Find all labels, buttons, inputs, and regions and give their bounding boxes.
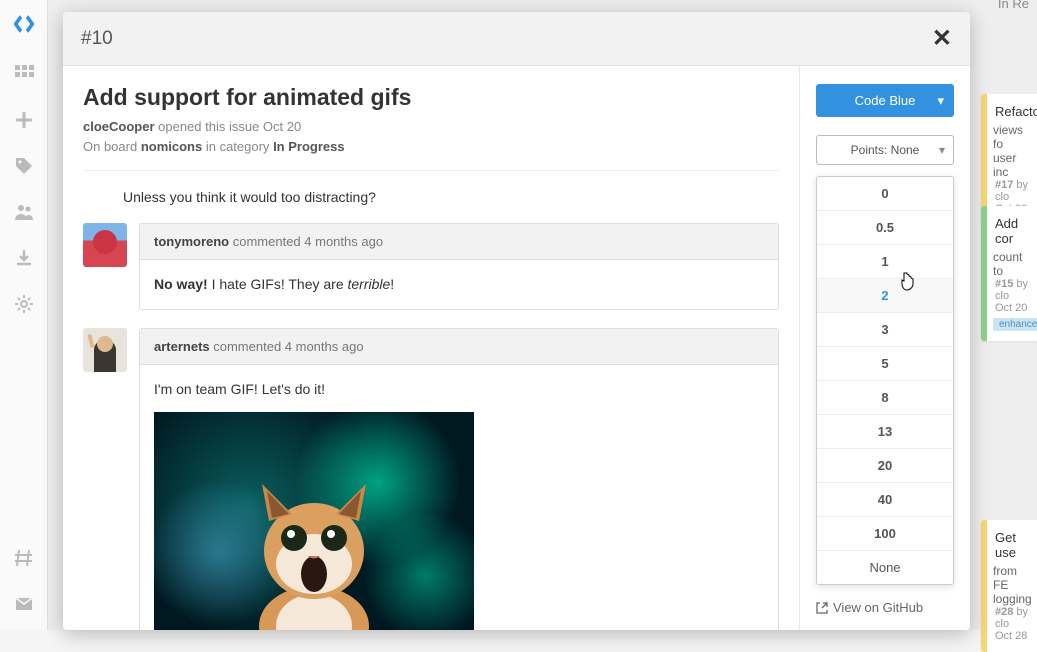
caret-down-icon: ▾	[937, 93, 944, 109]
download-icon[interactable]	[14, 248, 34, 268]
points-option[interactable]: 20	[817, 449, 953, 483]
board-card[interactable]: Get use from FE logging #28 by clo Oct 2…	[981, 520, 1037, 652]
issue-modal: #10 ✕ Add support for animated gifs cloe…	[63, 12, 970, 630]
comment-body: No way! I hate GIFs! They are terrible!	[140, 260, 778, 309]
points-option[interactable]: 0.5	[817, 211, 953, 245]
grid-icon[interactable]	[14, 64, 34, 84]
comment-header: tonymoreno commented 4 months ago	[140, 224, 778, 260]
users-icon[interactable]	[14, 202, 34, 222]
close-icon[interactable]: ✕	[932, 24, 952, 53]
points-option[interactable]: 5	[817, 347, 953, 381]
comment-header: arternets commented 4 months ago	[140, 329, 778, 365]
points-option[interactable]: 0	[817, 177, 953, 211]
modal-main: Add support for animated gifs cloeCooper…	[63, 66, 800, 630]
points-option[interactable]: 2	[817, 279, 953, 313]
milestone-button[interactable]: Code Blue ▾	[816, 84, 954, 117]
embedded-gif	[154, 412, 474, 630]
hash-icon[interactable]	[14, 548, 34, 568]
app-logo-icon	[10, 10, 38, 38]
issue-title: Add support for animated gifs	[83, 84, 779, 111]
comment: arternets commented 4 months ago I'm on …	[83, 328, 779, 630]
comment: tonymoreno commented 4 months ago No way…	[83, 223, 779, 310]
points-option[interactable]: 100	[817, 517, 953, 551]
issue-number: #10	[81, 28, 113, 50]
points-option[interactable]: 13	[817, 415, 953, 449]
points-option[interactable]: None	[817, 551, 953, 584]
issue-meta: cloeCooper opened this issue Oct 20 On b…	[83, 117, 779, 156]
quoted-text: Unless you think it would too distractin…	[123, 189, 779, 205]
plus-icon[interactable]	[14, 110, 34, 130]
points-option[interactable]: 1	[817, 245, 953, 279]
caret-down-icon: ▾	[939, 143, 945, 157]
points-option[interactable]: 3	[817, 313, 953, 347]
view-on-github-link[interactable]: View on GitHub	[816, 600, 954, 615]
cursor-pointer-icon	[899, 272, 915, 292]
points-dropdown: 00.512358132040100None	[816, 176, 954, 585]
column-header: In Re	[998, 0, 1029, 11]
modal-sidebar: Code Blue ▾ Points: None ▾ 00.5123581320…	[800, 66, 970, 630]
points-option[interactable]: 8	[817, 381, 953, 415]
points-select[interactable]: Points: None ▾	[816, 135, 954, 165]
modal-header: #10 ✕	[63, 12, 970, 66]
points-option[interactable]: 40	[817, 483, 953, 517]
tag-icon[interactable]	[14, 156, 34, 176]
gear-icon[interactable]	[14, 294, 34, 314]
app-sidebar	[0, 0, 48, 630]
external-link-icon	[816, 602, 828, 614]
board-card[interactable]: Add cor count to #15 by clo Oct 20 enhan…	[981, 206, 1037, 341]
avatar[interactable]	[83, 328, 127, 372]
cat-image	[234, 476, 394, 630]
comment-body: I'm on team GIF! Let's do it!	[140, 365, 778, 630]
mail-icon[interactable]	[14, 594, 34, 614]
avatar[interactable]	[83, 223, 127, 267]
